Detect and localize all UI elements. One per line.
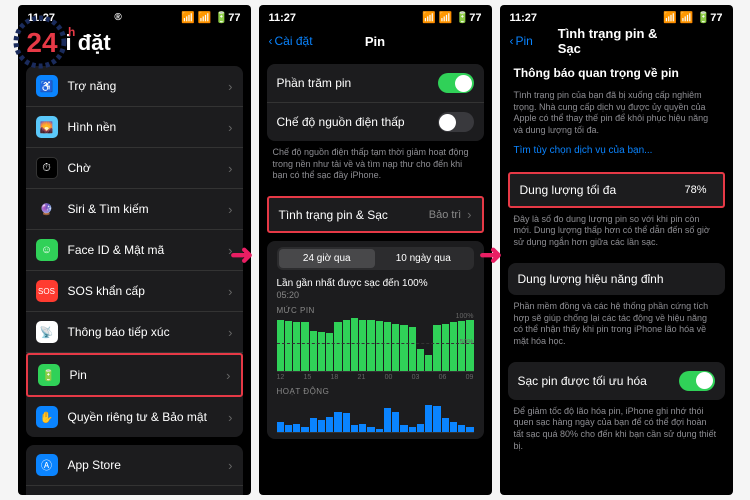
screen-battery-health: 11:27 📶📶🔋77 ‹Pin Tình trạng pin & Sạc Th… <box>500 5 733 495</box>
optimized-charging-note: Để giảm tốc độ lão hóa pin, iPhone ghi n… <box>500 400 733 459</box>
row-peak-performance: Dung lượng hiệu năng đỉnh <box>508 263 725 295</box>
back-button[interactable]: ‹Cài đặt <box>269 34 313 48</box>
chevron-icon: › <box>228 161 232 176</box>
time-range-tabs: 24 giờ qua 10 ngày qua <box>277 247 474 270</box>
last-charged-time: 05:20 <box>277 290 474 300</box>
row-accessibility[interactable]: ♿Trợ năng› <box>26 66 243 107</box>
page-title: Tình trạng pin & Sạc <box>558 26 675 56</box>
wallpaper-icon: 🌄 <box>36 116 58 138</box>
max-capacity-note: Đây là số đo dung lượng pin so với khi p… <box>500 208 733 255</box>
page-title: Pin <box>365 34 385 49</box>
accessibility-icon: ♿ <box>36 75 58 97</box>
faceid-icon: ☺ <box>36 239 58 261</box>
row-battery-health[interactable]: Tình trạng pin & SạcBảo trì› <box>269 198 482 231</box>
wifi-icon: 📶 <box>198 11 212 24</box>
status-bar: 11:27 📶📶🔋77 <box>259 5 492 26</box>
status-bar: 11:27 📶📶🔋77 <box>500 5 733 26</box>
trademark: ® <box>114 12 121 23</box>
row-sos[interactable]: SOSSOS khẩn cấp› <box>26 271 243 312</box>
row-appstore[interactable]: ⒶApp Store› <box>26 445 243 486</box>
battery-icon: 🔋77 <box>215 11 241 24</box>
low-power-note: Chế độ nguồn điện thấp tạm thời giảm hoạ… <box>259 141 492 188</box>
service-options-link[interactable]: Tìm tùy chọn dịch vụ của bạn... <box>500 143 733 164</box>
battery-icon: 🔋 <box>38 364 60 386</box>
arrow-icon: ➜ <box>230 238 253 271</box>
tab-24h[interactable]: 24 giờ qua <box>279 249 376 268</box>
chevron-icon: › <box>228 79 232 94</box>
time: 11:27 <box>269 12 297 24</box>
svg-text:h: h <box>68 25 75 39</box>
activity-chart <box>277 398 474 433</box>
tab-10d[interactable]: 10 ngày qua <box>375 249 472 268</box>
chevron-left-icon: ‹ <box>510 34 514 48</box>
row-wallpaper[interactable]: 🌄Hình nền› <box>26 107 243 148</box>
chevron-icon: › <box>228 410 232 425</box>
chevron-icon: › <box>228 202 232 217</box>
last-charged-label: Lần gần nhất được sạc đến 100% <box>277 278 474 289</box>
screen-settings: 11:27 ® 📶 📶 🔋77 i đặt ♿Trợ năng› 🌄Hình n… <box>18 5 251 495</box>
toggle-low-power[interactable] <box>438 112 474 132</box>
chart-x-labels: 1215182100030609 <box>277 374 474 381</box>
screen-battery: 11:27 📶📶🔋77 ‹Cài đặt Pin Phần trăm pin C… <box>259 5 492 495</box>
privacy-icon: ✋ <box>36 406 58 428</box>
battery-icon: 🔋77 <box>697 11 723 24</box>
row-standby[interactable]: ⏱Chờ› <box>26 148 243 189</box>
signal-icon: 📶 <box>422 11 436 24</box>
signal-icon: 📶 <box>181 11 195 24</box>
chevron-icon: › <box>228 284 232 299</box>
important-notice-title: Thông báo quan trọng về pin <box>500 56 733 84</box>
row-optimized-charging[interactable]: Sạc pin được tối ưu hóa <box>508 362 725 400</box>
row-privacy[interactable]: ✋Quyền riêng tư & Bảo mật› <box>26 397 243 437</box>
wifi-icon: 📶 <box>680 11 694 24</box>
chart-header-activity: HOẠT ĐỘNG <box>277 387 474 396</box>
row-faceid[interactable]: ☺Face ID & Mật mã› <box>26 230 243 271</box>
battery-level-chart: 100% 50% <box>277 317 474 372</box>
chevron-left-icon: ‹ <box>269 34 273 48</box>
row-max-capacity: Dung lượng tối đa78% <box>510 174 723 206</box>
arrow-icon: ➜ <box>479 238 502 271</box>
chevron-icon: › <box>228 120 232 135</box>
wifi-icon: 📶 <box>439 11 453 24</box>
row-siri[interactable]: 🔮Siri & Tìm kiếm› <box>26 189 243 230</box>
chevron-icon: › <box>226 368 230 383</box>
standby-icon: ⏱ <box>36 157 58 179</box>
logo-24h: 24 h <box>12 12 102 72</box>
appstore-icon: Ⓐ <box>36 454 58 476</box>
peak-performance-note: Phần mềm đồng và các hệ thống phần cứng … <box>500 295 733 354</box>
toggle-optimized-charging[interactable] <box>679 371 715 391</box>
signal-icon: 📶 <box>663 11 677 24</box>
time: 11:27 <box>510 12 538 24</box>
row-battery[interactable]: 🔋Pin› <box>26 353 243 397</box>
svg-text:24: 24 <box>26 27 58 58</box>
chevron-icon: › <box>228 458 232 473</box>
important-notice-text: Tình trạng pin của bạn đã bị xuống cấp n… <box>500 84 733 143</box>
toggle-battery-percent[interactable] <box>438 73 474 93</box>
row-exposure[interactable]: 📡Thông báo tiếp xúc› <box>26 312 243 353</box>
sos-icon: SOS <box>36 280 58 302</box>
row-low-power[interactable]: Chế độ nguồn điện thấp <box>267 103 484 141</box>
row-battery-percent[interactable]: Phần trăm pin <box>267 64 484 103</box>
battery-icon: 🔋77 <box>456 11 482 24</box>
chevron-icon: › <box>467 207 471 222</box>
back-button[interactable]: ‹Pin <box>510 34 533 48</box>
siri-icon: 🔮 <box>36 198 58 220</box>
max-capacity-value: 78% <box>684 184 706 196</box>
exposure-icon: 📡 <box>36 321 58 343</box>
chevron-icon: › <box>228 325 232 340</box>
row-wallet[interactable]: 💳Ví & Apple Pay› <box>26 486 243 495</box>
chart-header-level: MỨC PIN <box>277 306 474 315</box>
